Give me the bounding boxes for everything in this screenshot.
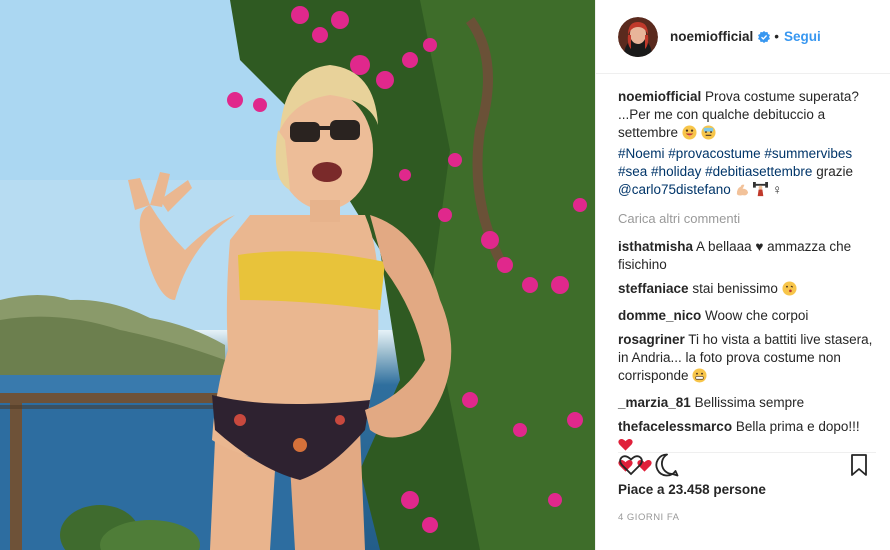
hashtag-link[interactable]: #sea (618, 164, 647, 179)
mention-link[interactable]: @carlo75distefano (618, 182, 731, 197)
post-username[interactable]: noemiofficial (670, 29, 753, 44)
kiss-emoji-icon (782, 281, 797, 301)
female-sign-icon: ♀ (772, 182, 783, 197)
flexed-bicep-emoji-icon (735, 182, 750, 202)
comment-username[interactable]: rosagriner (618, 332, 685, 347)
comment-item: isthatmisha A bellaaa ♥ ammazza che fisi… (618, 238, 876, 274)
avatar[interactable] (618, 16, 658, 57)
verified-badge-icon (758, 30, 771, 43)
post-image (0, 0, 595, 550)
comment-item: domme_nico Woow che corpoi (618, 307, 876, 325)
separator-dot: • (774, 29, 779, 44)
save-button[interactable] (846, 452, 872, 481)
sweat-emoji-icon (701, 125, 716, 145)
grimace-emoji-icon (692, 368, 707, 388)
weightlifter-emoji-icon (753, 182, 769, 202)
comment-text: Bella prima e dopo!!! (735, 419, 860, 434)
comment-username[interactable]: domme_nico (618, 308, 701, 323)
comment-username[interactable]: isthatmisha (618, 239, 693, 254)
comment-username[interactable]: steffaniace (618, 281, 689, 296)
hashtag-link[interactable]: #provacostume (668, 146, 760, 161)
follow-button[interactable]: Segui (784, 29, 821, 44)
hashtag-link[interactable]: #summervibes (764, 146, 852, 161)
load-more-comments-button[interactable]: Carica altri commenti (618, 210, 876, 228)
comment-username[interactable]: thefacelessmarco (618, 419, 732, 434)
post-sidebar: noemiofficial • Segui noemiofficial Prov… (595, 0, 890, 550)
comment-text: Bellissima sempre (694, 395, 805, 410)
post-photo[interactable] (0, 0, 595, 550)
heart-outline-icon[interactable] (618, 452, 644, 478)
comment-item: _marzia_81 Bellissima sempre (618, 394, 876, 412)
comment-username[interactable]: _marzia_81 (618, 395, 691, 410)
hashtag-link[interactable]: #holiday (651, 164, 701, 179)
like-button[interactable] (618, 452, 644, 481)
comments-list: noemiofficial Prova costume superata? ..… (618, 88, 876, 484)
hashtag-link[interactable]: #debitiasettembre (705, 164, 812, 179)
bookmark-icon[interactable] (846, 452, 872, 478)
comment-button[interactable] (654, 452, 680, 481)
post-timestamp: 4 GIORNI FA (618, 512, 680, 523)
caption-username[interactable]: noemiofficial (618, 89, 701, 104)
comment-item: rosagriner Ti ho vista a battiti live st… (618, 331, 876, 388)
tongue-emoji-icon (682, 125, 697, 145)
hashtag-link[interactable]: #Noemi (618, 146, 665, 161)
comment-text: Woow che corpoi (705, 308, 809, 323)
caption: noemiofficial Prova costume superata? ..… (618, 88, 876, 202)
comment-bubble-icon[interactable] (654, 452, 680, 478)
like-count[interactable]: Piace a 23.458 persone (618, 482, 766, 497)
caption-after-tags: grazie (816, 164, 853, 179)
comment-text: stai benissimo (692, 281, 778, 296)
comment-item: steffaniace stai benissimo (618, 280, 876, 301)
post-header: noemiofficial • Segui (596, 0, 890, 74)
